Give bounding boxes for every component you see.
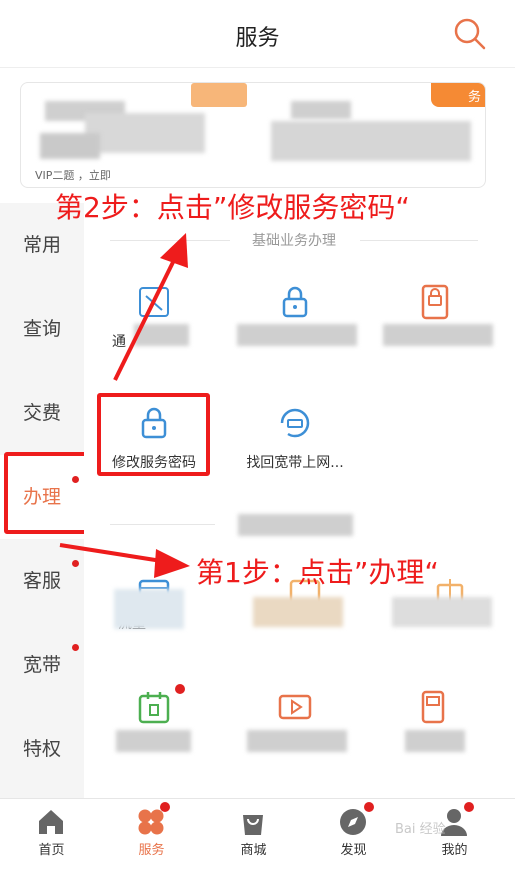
tab-discover-dot	[364, 802, 374, 812]
arrow-step1-line	[59, 543, 169, 564]
service-icon	[138, 809, 164, 835]
annotation-step1: 第1步：点击”办理“	[196, 556, 439, 589]
tab-discover[interactable]: 发现	[302, 799, 405, 877]
tab-home[interactable]: 首页	[0, 799, 103, 877]
arrow-step2-head	[160, 233, 188, 268]
tab-service-dot	[160, 802, 170, 812]
arrow-step2-line	[113, 251, 180, 381]
tab-mine-dot	[464, 802, 474, 812]
watermark: Bai 经验	[395, 822, 446, 837]
arrow-step1-head	[154, 549, 190, 578]
tab-mine[interactable]: 我的	[403, 799, 506, 877]
home-icon	[39, 810, 63, 834]
shop-bag-icon	[243, 815, 263, 835]
bottom-tab-bar: 首页 服务 商城 发现 我的	[0, 798, 515, 877]
tab-shop[interactable]: 商城	[202, 799, 305, 877]
compass-icon	[340, 809, 366, 835]
annotation-arrows	[59, 233, 190, 578]
tab-service[interactable]: 服务	[100, 799, 203, 877]
annotation-step2: 第2步：点击”修改服务密码“	[55, 191, 410, 224]
